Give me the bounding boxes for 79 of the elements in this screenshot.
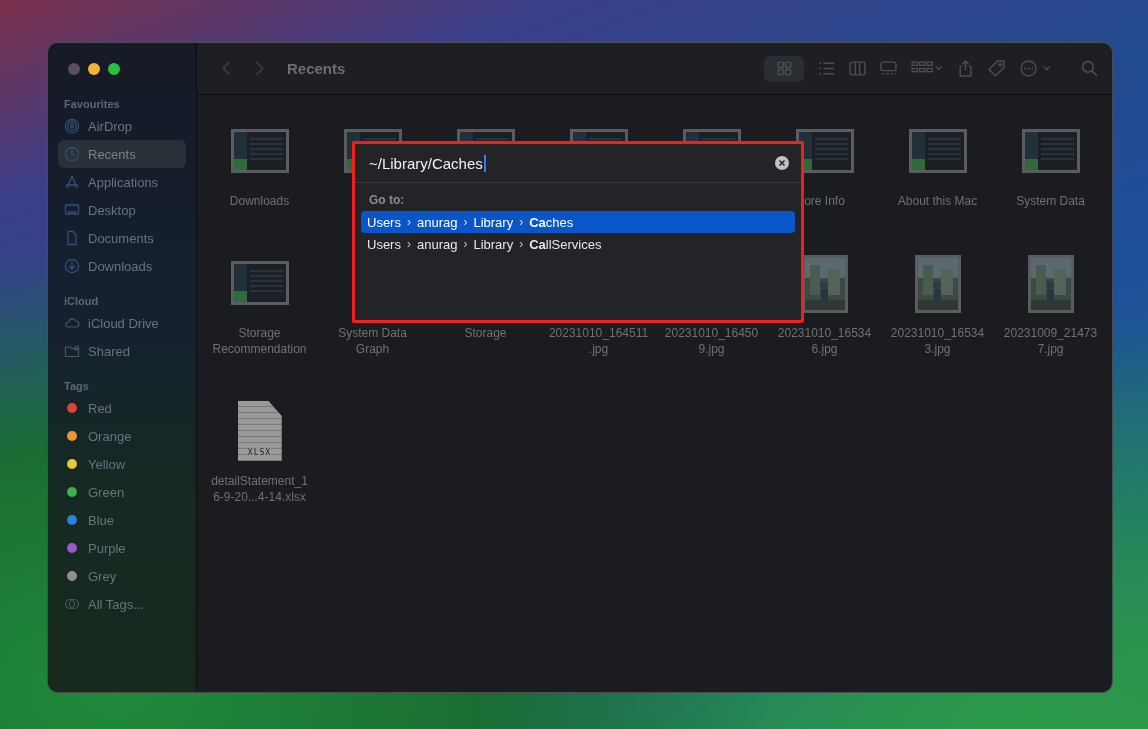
sidebar-item[interactable]: Purple [58, 534, 186, 562]
close-button[interactable] [68, 63, 80, 75]
file-name[interactable]: 20231010_16450 9.jpg [664, 325, 759, 357]
file-name[interactable]: ore Info [804, 193, 845, 209]
minimize-button[interactable] [88, 63, 100, 75]
gallery-view-icon[interactable] [880, 60, 897, 77]
clock-icon [64, 146, 80, 162]
screenshot-thumbnail[interactable] [230, 129, 289, 173]
sidebar-heading: iCloud [63, 295, 100, 309]
clear-icon[interactable] [775, 156, 789, 170]
shared-icon [64, 343, 80, 359]
sidebar-item[interactable]: AirDrop [58, 112, 186, 140]
column-view-icon[interactable] [849, 60, 866, 77]
sidebar-heading: Tags [63, 380, 90, 394]
desktop-icon [64, 202, 80, 218]
sidebar-item[interactable]: Grey [58, 562, 186, 590]
tag-dot-icon [64, 456, 80, 472]
list-view-icon[interactable] [818, 60, 835, 77]
file-name[interactable]: Downloads [229, 193, 290, 209]
tag-icon[interactable] [988, 60, 1005, 77]
screenshot-thumbnail[interactable] [230, 261, 289, 305]
share-icon[interactable] [957, 60, 974, 77]
grid-icon [775, 60, 793, 77]
separator-icon: › [463, 237, 468, 251]
path-suggestion[interactable]: Users › anurag › Library › Caches [361, 211, 795, 233]
tag-dot-icon [64, 428, 80, 444]
search-icon[interactable] [1081, 60, 1098, 77]
airdrop-icon [64, 118, 80, 134]
results-heading: Go to: [368, 192, 406, 209]
separator-icon: › [463, 215, 468, 229]
sidebar-heading: Favourites [63, 98, 121, 112]
sidebar-item[interactable]: Applications [58, 168, 186, 196]
file-name[interactable]: 20231009_21473 7.jpg [1003, 325, 1098, 357]
apps-icon [64, 174, 80, 190]
separator-icon: › [519, 237, 524, 251]
file-type-label: XLSX [247, 448, 272, 457]
sidebar-item[interactable]: Downloads [58, 252, 186, 280]
separator-icon: › [519, 215, 524, 229]
path-suggestion[interactable]: Users › anurag › Library › CallServices [361, 233, 795, 255]
file-name[interactable]: 20231010_16534 3.jpg [890, 325, 985, 357]
sidebar-item[interactable]: Blue [58, 506, 186, 534]
sidebar-item[interactable]: iCloud Drive [58, 309, 186, 337]
file-name[interactable]: System Data Graph [338, 325, 407, 357]
screenshot-thumbnail[interactable] [1021, 129, 1080, 173]
more-menu-icon[interactable] [1019, 60, 1051, 77]
zoom-button[interactable] [108, 63, 120, 75]
tag-dot-icon [64, 512, 80, 528]
doc-icon [64, 230, 80, 246]
sidebar-item[interactable]: Yellow [58, 450, 186, 478]
text-cursor [483, 154, 486, 172]
separator-icon: › [406, 237, 411, 251]
window-title: Recents [287, 60, 346, 77]
sidebar-item[interactable]: Red [58, 394, 186, 422]
file-name[interactable]: Storage [464, 325, 507, 341]
file-name[interactable]: Storage Recommendation [212, 325, 307, 357]
sidebar-item[interactable]: All Tags... [58, 590, 186, 618]
file-name[interactable]: 20231010_164511 .jpg [548, 325, 649, 357]
sidebar-item[interactable]: Documents [58, 224, 186, 252]
file-name[interactable]: About this Mac [897, 193, 978, 209]
sidebar-item[interactable]: Shared [58, 337, 186, 365]
sidebar-item[interactable]: Orange [58, 422, 186, 450]
path-input-field[interactable]: ~/Library/Caches [355, 144, 801, 183]
tag-dot-icon [64, 540, 80, 556]
sidebar-item[interactable]: Green [58, 478, 186, 506]
tag-dot-icon [64, 568, 80, 584]
download-icon [64, 258, 80, 274]
screenshot-thumbnail[interactable] [908, 129, 967, 173]
tag-dot-icon [64, 400, 80, 416]
file-name[interactable]: 20231010_16534 6.jpg [777, 325, 872, 357]
separator-icon: › [406, 215, 411, 229]
file-name[interactable]: System Data [1016, 193, 1085, 209]
tag-dot-icon [64, 484, 80, 500]
alltags-icon [64, 596, 80, 612]
sidebar-item[interactable]: Recents [58, 140, 186, 168]
icon-view-button[interactable] [764, 55, 804, 82]
sidebar-item[interactable]: Desktop [58, 196, 186, 224]
cloud-icon [64, 315, 80, 331]
file-name[interactable]: detailStatement_1 6-9-20...4-14.xlsx [211, 473, 308, 505]
spreadsheet-file-icon[interactable]: XLSX [237, 401, 282, 461]
